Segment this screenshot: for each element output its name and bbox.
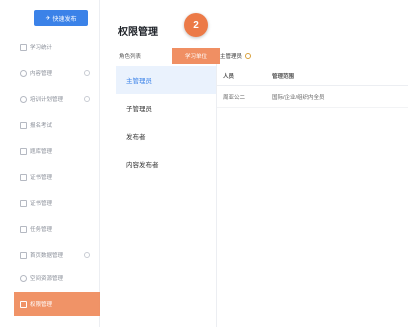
calendar-icon (20, 95, 27, 103)
sidebar-item-certificate[interactable]: 证书管理 (0, 170, 100, 184)
certificate-icon (20, 199, 27, 207)
sidebar-item-home-data[interactable]: 首页数据管理 (0, 248, 100, 262)
cell-scope: 国际/企业/组织内全员 (272, 94, 325, 101)
send-icon: ✈ (45, 15, 51, 22)
table-row[interactable]: 周亚公二 国际/企业/组织内全员 (217, 86, 408, 108)
home-data-icon (20, 251, 27, 259)
certificate-icon (20, 173, 27, 181)
role-item-main-admin[interactable]: 主管理员 (116, 66, 216, 94)
quick-publish-button[interactable]: ✈ 快速发布 (34, 10, 88, 26)
table-header: 人员 管理范围 (217, 66, 408, 86)
task-icon (20, 225, 27, 233)
sidebar-item-label: 报名考试 (30, 123, 53, 129)
column-header-person: 人员 (223, 73, 235, 80)
info-icon (84, 96, 90, 102)
sidebar-item-space[interactable]: 空间资源管理 (0, 271, 100, 285)
tab-learning-unit[interactable]: 学习单位 (172, 48, 220, 64)
column-header-scope: 管理范围 (272, 73, 295, 80)
sidebar-item-label: 学习统计 (30, 45, 53, 51)
tab-main-admin[interactable]: 主管理员 (220, 48, 252, 64)
exam-icon (20, 121, 27, 129)
cell-person: 周亚公二 (223, 94, 246, 101)
tab-main-admin-label: 主管理员 (220, 54, 243, 60)
sidebar-item-label: 首页数据管理 (30, 253, 64, 259)
sidebar-item-label: 题库管理 (30, 149, 53, 155)
chart-icon (20, 43, 27, 51)
sidebar-item-task[interactable]: 任务管理 (0, 222, 100, 236)
main-panel: 权限管理 2 角色列表 学习单位 主管理员 主管理员 子管理员 发布者 内容发布… (100, 0, 408, 327)
quick-publish-label: 快速发布 (52, 16, 77, 23)
sidebar-item-label: 证书管理 (30, 175, 53, 181)
sidebar-item-question-bank[interactable]: 题库管理 (0, 144, 100, 158)
info-icon (84, 70, 90, 76)
sidebar-item-label: 内容管理 (30, 71, 53, 77)
space-icon (20, 274, 27, 282)
role-item-sub-admin[interactable]: 子管理员 (116, 94, 216, 122)
sidebar-item-training-plan[interactable]: 培训计划管理 (0, 92, 100, 106)
step-badge-2: 2 (184, 13, 208, 37)
role-item-content-publisher[interactable]: 内容发布者 (116, 150, 216, 178)
tab-bar: 角色列表 学习单位 主管理员 (100, 48, 408, 64)
role-list: 主管理员 子管理员 发布者 内容发布者 (116, 66, 216, 178)
info-icon (245, 53, 252, 59)
sidebar: ✈ 快速发布 学习统计 内容管理 培训计划管理 报名考试 题库管理 证书管理 证… (0, 0, 101, 327)
role-item-publisher[interactable]: 发布者 (116, 122, 216, 150)
lock-icon (20, 300, 27, 308)
tab-role-list[interactable]: 角色列表 (119, 48, 141, 64)
sidebar-item-label: 任务管理 (30, 227, 53, 233)
sidebar-item-content[interactable]: 内容管理 (0, 66, 100, 80)
sidebar-item-learning-stats[interactable]: 学习统计 (0, 40, 100, 54)
admin-table: 人员 管理范围 周亚公二 国际/企业/组织内全员 (217, 66, 408, 108)
document-icon (20, 69, 27, 77)
sidebar-item-label: 培训计划管理 (30, 97, 64, 103)
page-title: 权限管理 (118, 27, 158, 38)
sidebar-item-permissions[interactable]: 权限管理 (14, 292, 101, 316)
sidebar-item-label: 空间资源管理 (30, 276, 64, 282)
sidebar-item-exam[interactable]: 报名考试 (0, 118, 100, 132)
sidebar-item-label: 证书管理 (30, 201, 53, 207)
sidebar-item-certificate-2[interactable]: 证书管理 (0, 196, 100, 210)
question-bank-icon (20, 147, 27, 155)
sidebar-item-label: 权限管理 (30, 302, 53, 308)
info-icon (84, 252, 90, 258)
